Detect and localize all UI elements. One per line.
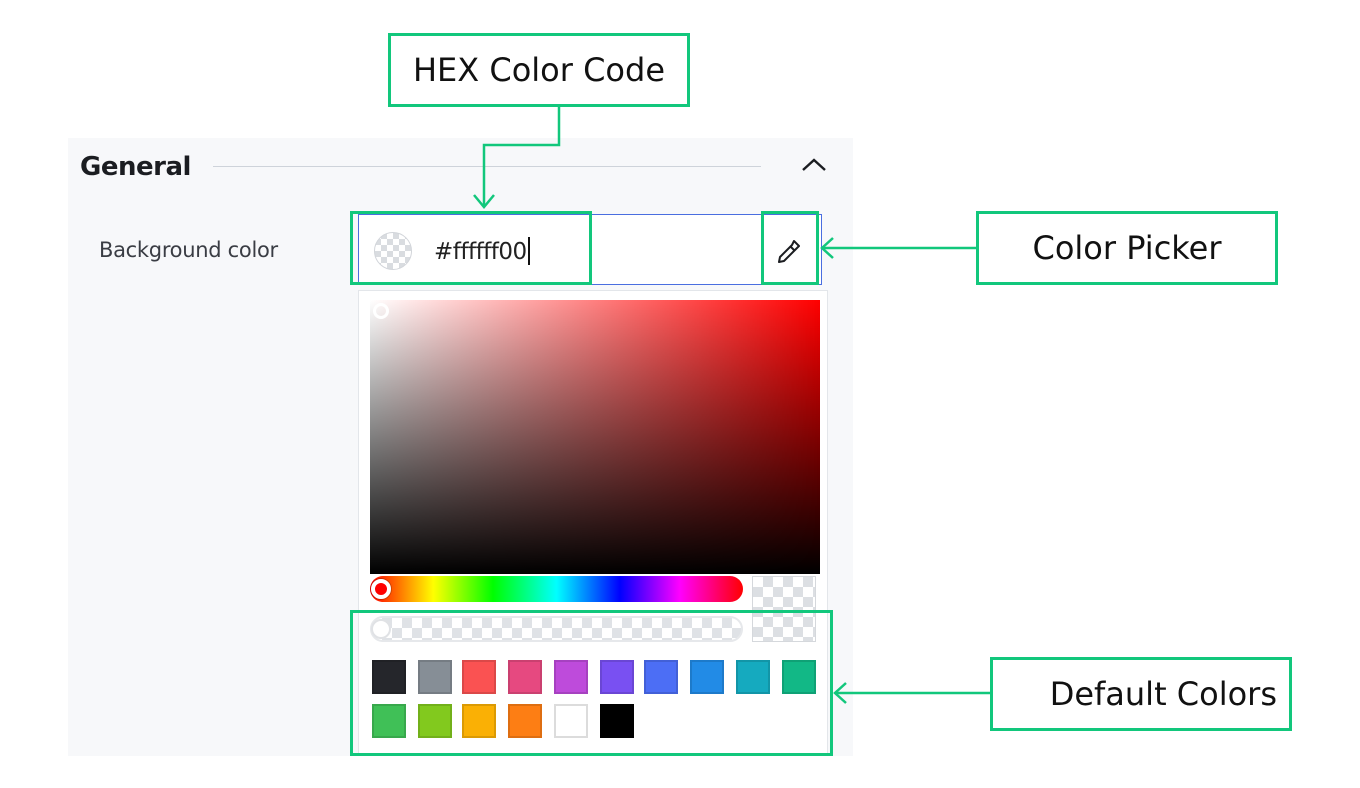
annotation-hex-label: HEX Color Code <box>412 51 665 89</box>
annotation-picker-label: Color Picker <box>1032 229 1222 267</box>
chevron-up-icon <box>802 158 826 171</box>
background-color-label: Background color <box>99 238 278 262</box>
collapse-section-button[interactable] <box>798 150 830 180</box>
annotation-default-colors: Default Colors <box>990 657 1292 731</box>
saturation-handle[interactable] <box>373 303 389 319</box>
hue-slider-thumb[interactable] <box>371 579 391 599</box>
saturation-brightness-area[interactable] <box>370 300 820 574</box>
highlight-hex-input <box>350 211 592 285</box>
hue-slider[interactable] <box>370 576 743 602</box>
highlight-eyedropper <box>761 211 819 285</box>
highlight-default-colors <box>350 610 833 756</box>
section-title: General <box>80 152 191 182</box>
section-divider <box>213 166 761 167</box>
annotation-default-label: Default Colors <box>1049 675 1277 713</box>
annotation-hex-color-code: HEX Color Code <box>388 33 690 107</box>
annotation-color-picker: Color Picker <box>976 211 1278 285</box>
